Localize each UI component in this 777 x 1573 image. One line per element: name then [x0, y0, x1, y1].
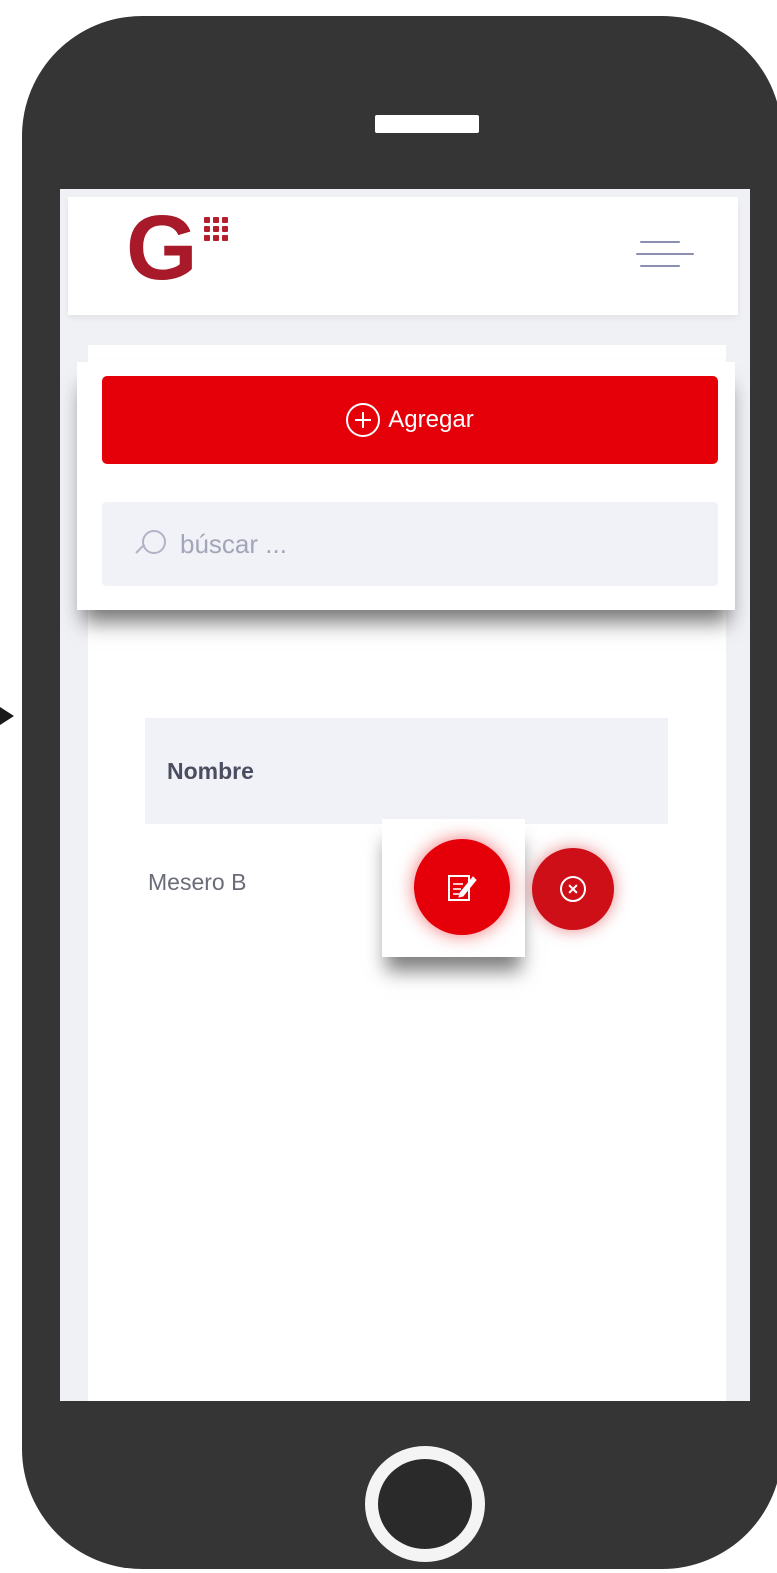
column-header-nombre: Nombre [167, 757, 254, 784]
app-screen: G Agregar búscar ... Nombre Mesero B [60, 189, 750, 1401]
phone-home-button [365, 1446, 485, 1562]
edit-icon [448, 875, 477, 901]
brand-logo[interactable]: G [126, 197, 256, 299]
edit-button[interactable] [414, 839, 510, 935]
logo-letter: G [126, 197, 198, 299]
add-button-label: Agregar [388, 406, 474, 433]
delete-button[interactable] [532, 848, 614, 930]
page: G Agregar búscar ... Nombre Mesero B [0, 0, 777, 1573]
search-box[interactable] [102, 502, 718, 586]
plus-circle-icon [346, 403, 381, 437]
phone-speaker [375, 115, 479, 133]
hamburger-menu-icon[interactable] [636, 239, 694, 269]
search-icon [132, 526, 168, 562]
close-circle-icon [560, 876, 586, 902]
actions-card: Agregar [77, 362, 735, 610]
app-header: G [68, 197, 738, 315]
edit-action-panel [382, 819, 525, 957]
logo-dots-icon [204, 217, 230, 243]
table-row-name: Mesero B [148, 869, 247, 895]
arrow-pointer-icon [0, 707, 14, 725]
table-header: Nombre [145, 718, 668, 824]
search-input[interactable] [180, 528, 660, 560]
add-button[interactable]: Agregar [102, 376, 718, 464]
